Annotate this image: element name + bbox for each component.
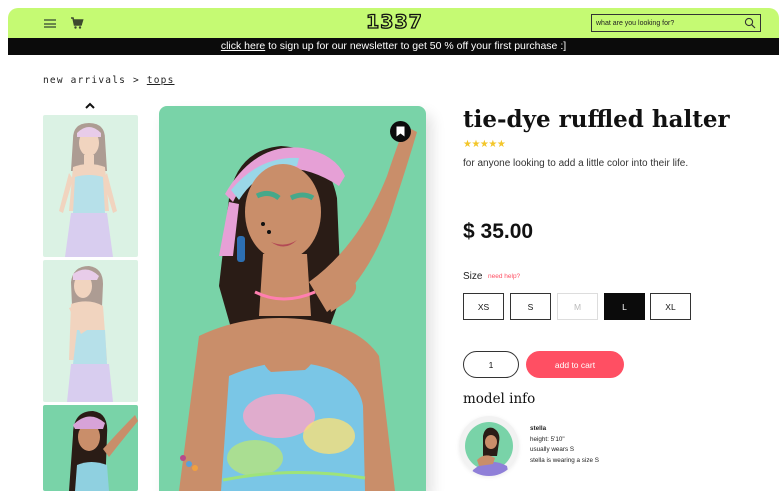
thumbnail-3[interactable] — [43, 405, 138, 491]
model-usual-size: usually wears S — [530, 446, 575, 453]
newsletter-banner: click here to sign up for our newsletter… — [8, 38, 779, 55]
search-icon[interactable] — [744, 17, 756, 29]
bookmark-button[interactable] — [390, 121, 411, 142]
size-label: Size — [463, 271, 483, 282]
hamburger-menu-icon[interactable] — [44, 19, 56, 28]
search-placeholder: what are you looking for? — [596, 19, 675, 27]
add-to-cart-button[interactable]: add to cart — [526, 351, 624, 378]
rating-stars: ★★★★★ — [463, 139, 506, 150]
quantity-input[interactable]: 1 — [463, 351, 519, 378]
model-wearing-size: stella is wearing a size S — [530, 456, 599, 464]
thumbnail-2[interactable] — [43, 260, 138, 402]
newsletter-signup-link[interactable]: click here — [221, 40, 265, 52]
size-option-s[interactable]: S — [510, 293, 551, 320]
size-option-xs[interactable]: XS — [463, 293, 504, 320]
newsletter-banner-text: to sign up for our newsletter to get 50 … — [265, 40, 567, 52]
size-help-link[interactable]: need help? — [488, 273, 520, 280]
product-title: tie-dye ruffled halter — [463, 106, 730, 133]
breadcrumb: new arrivals > tops — [43, 75, 175, 86]
size-option-xl[interactable]: XL — [650, 293, 691, 320]
search-input[interactable]: what are you looking for? — [591, 14, 761, 32]
thumbnail-1[interactable] — [43, 115, 138, 257]
model-name: stella — [530, 425, 547, 432]
breadcrumb-current[interactable]: tops — [147, 75, 175, 86]
model-info-heading: model info — [463, 391, 536, 407]
chevron-up-icon[interactable] — [84, 101, 96, 111]
store-logo[interactable]: 1337 — [365, 10, 423, 33]
product-description: for anyone looking to add a little color… — [463, 158, 689, 169]
breadcrumb-parent[interactable]: new arrivals — [43, 75, 126, 86]
bookmark-icon — [396, 126, 405, 137]
product-price: $ 35.00 — [463, 220, 534, 243]
model-avatar — [459, 416, 519, 476]
breadcrumb-separator: > — [132, 75, 140, 86]
model-details: stella height: 5'10" usually wears S ste… — [530, 424, 599, 466]
shopping-cart-icon[interactable] — [70, 16, 84, 30]
size-option-m[interactable]: M — [557, 293, 598, 320]
top-navigation-bar: 1337 what are you looking for? — [8, 8, 779, 38]
product-main-image — [159, 106, 426, 491]
model-height: height: 5'10" — [530, 435, 565, 443]
size-option-l[interactable]: L — [604, 293, 645, 320]
